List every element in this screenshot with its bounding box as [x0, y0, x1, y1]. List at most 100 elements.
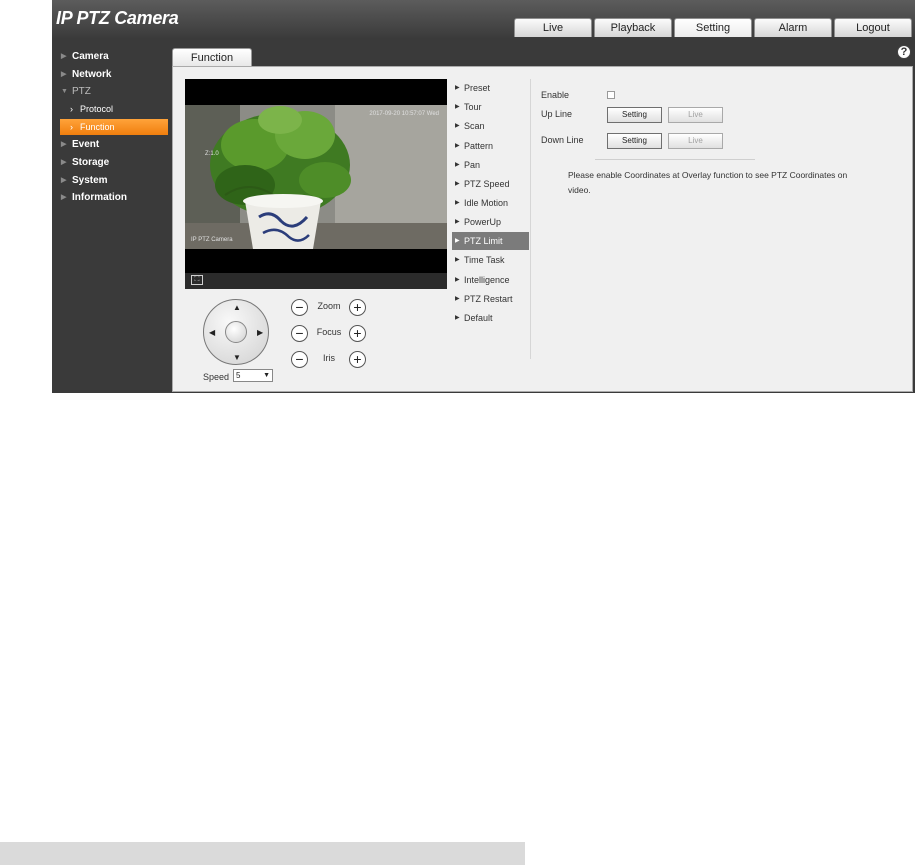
arrow-left-icon[interactable]: ◀ — [209, 328, 215, 337]
down-line-live-button[interactable]: Live — [668, 133, 723, 149]
sidebar-item-information[interactable]: ▶ Information — [52, 190, 170, 206]
chevron-right-icon: › — [70, 104, 73, 114]
up-line-setting-button[interactable]: Setting — [607, 107, 662, 123]
up-line-live-button[interactable]: Live — [668, 107, 723, 123]
focus-minus-button[interactable]: − — [291, 325, 308, 342]
triangle-down-icon: ▼ — [61, 88, 68, 95]
chevron-down-icon: ▼ — [263, 372, 270, 379]
iris-plus-button[interactable]: + — [349, 351, 366, 368]
zoom-label: Zoom — [317, 301, 341, 311]
menu-item-powerup[interactable]: ▶ PowerUp — [452, 213, 529, 231]
tab-live[interactable]: Live — [514, 18, 592, 37]
focus-plus-button[interactable]: + — [349, 325, 366, 342]
help-icon[interactable]: ? — [897, 45, 911, 59]
bottom-strip — [0, 842, 525, 865]
sidebar: ▶ Camera ▶ Network ▼ PTZ › Protocol › Functio… — [52, 38, 170, 393]
osd-camera-name: IP PTZ Camera — [191, 237, 233, 243]
menu-item-idle-motion[interactable]: ▶ Idle Motion — [452, 194, 529, 212]
iris-label: Iris — [323, 353, 335, 363]
ptz-direction-pad[interactable]: ▲ ▼ ◀ ▶ — [203, 299, 269, 365]
function-panel: 2017-09-20 10:57:07 Wed Z:1.0 IP PTZ Cam… — [172, 66, 913, 392]
menu-item-ptz-restart[interactable]: ▶ PTZ Restart — [452, 290, 529, 308]
coordinates-note: Please enable Coordinates at Overlay fun… — [568, 170, 848, 195]
iris-minus-button[interactable]: − — [291, 351, 308, 368]
video-frame: 2017-09-20 10:57:07 Wed Z:1.0 IP PTZ Cam… — [185, 105, 447, 249]
tab-setting[interactable]: Setting — [674, 18, 752, 37]
sidebar-item-camera[interactable]: ▶ Camera — [52, 49, 170, 65]
up-line-label: Up Line — [541, 109, 573, 119]
focus-control: − Focus + — [291, 325, 371, 343]
form-divider — [595, 159, 755, 160]
enable-label: Enable — [541, 90, 570, 100]
zoom-out-button[interactable]: − — [291, 299, 308, 316]
triangle-right-icon: ▶ — [61, 177, 67, 184]
brand-title: IP PTZ Camera — [56, 8, 179, 28]
content-area: Function ? 2017-09-20 10:57:07 Wed Z:1.0… — [170, 38, 915, 393]
ptz-center-button[interactable] — [225, 321, 247, 343]
tab-logout[interactable]: Logout — [834, 18, 912, 37]
sidebar-item-function[interactable]: › Function — [60, 119, 168, 135]
zoom-control: − Zoom + — [291, 299, 371, 317]
arrow-right-icon[interactable]: ▶ — [257, 328, 263, 337]
top-tabs: Live Playback Setting Alarm Logout — [514, 18, 914, 38]
speed-select[interactable]: 5 ▼ — [233, 369, 273, 382]
video-toolbar: ⛶ — [185, 273, 447, 289]
sidebar-item-storage[interactable]: ▶ Storage — [52, 155, 170, 171]
menu-item-intelligence[interactable]: ▶ Intelligence — [452, 271, 529, 289]
tab-playback[interactable]: Playback — [594, 18, 672, 37]
menu-item-pan[interactable]: ▶ Pan — [452, 156, 529, 174]
triangle-right-icon: ▶ — [455, 257, 460, 263]
down-line-label: Down Line — [541, 135, 584, 145]
sidebar-item-protocol[interactable]: › Protocol — [52, 101, 170, 117]
menu-item-ptz-limit[interactable]: ▶ PTZ Limit — [452, 232, 529, 250]
tab-function[interactable]: Function — [172, 48, 252, 66]
triangle-right-icon: ▶ — [61, 71, 67, 78]
triangle-right-icon: ▶ — [455, 85, 460, 91]
chevron-right-icon: › — [70, 122, 73, 132]
triangle-right-icon: ▶ — [455, 143, 460, 149]
sidebar-item-ptz[interactable]: ▼ PTZ — [52, 84, 170, 100]
speed-label: Speed — [203, 372, 230, 382]
triangle-right-icon: ▶ — [455, 219, 460, 225]
triangle-right-icon: ▶ — [61, 53, 67, 60]
down-line-setting-button[interactable]: Setting — [607, 133, 662, 149]
speed-value: 5 — [236, 371, 241, 380]
menu-item-pattern[interactable]: ▶ Pattern — [452, 137, 529, 155]
zoom-in-button[interactable]: + — [349, 299, 366, 316]
menu-item-time-task[interactable]: ▶ Time Task — [452, 251, 529, 269]
triangle-right-icon: ▶ — [455, 200, 460, 206]
ptz-limit-form: Enable Up Line Setting Live Down Line Se… — [541, 79, 901, 279]
plant-scene-image — [185, 105, 447, 249]
triangle-right-icon: ▶ — [455, 296, 460, 302]
arrow-up-icon[interactable]: ▲ — [233, 303, 241, 312]
sidebar-item-event[interactable]: ▶ Event — [52, 137, 170, 153]
triangle-right-icon: ▶ — [61, 141, 67, 148]
tab-alarm[interactable]: Alarm — [754, 18, 832, 37]
app-window: IP PTZ Camera Live Playback Setting Alar… — [52, 0, 915, 393]
iris-control: − Iris + — [291, 351, 371, 369]
triangle-right-icon: ▶ — [455, 277, 460, 283]
menu-item-ptz-speed[interactable]: ▶ PTZ Speed — [452, 175, 529, 193]
menu-item-preset[interactable]: ▶ Preset — [452, 79, 529, 97]
triangle-right-icon: ▶ — [455, 181, 460, 187]
osd-zoom: Z:1.0 — [205, 151, 219, 157]
menu-item-tour[interactable]: ▶ Tour — [452, 98, 529, 116]
sidebar-item-network[interactable]: ▶ Network — [52, 67, 170, 83]
triangle-right-icon: ▶ — [455, 104, 460, 110]
triangle-right-icon: ▶ — [455, 315, 460, 321]
arrow-down-icon[interactable]: ▼ — [233, 353, 241, 362]
video-preview: 2017-09-20 10:57:07 Wed Z:1.0 IP PTZ Cam… — [185, 79, 447, 289]
sidebar-item-system[interactable]: ▶ System — [52, 173, 170, 189]
menu-divider — [530, 79, 531, 359]
osd-timestamp: 2017-09-20 10:57:07 Wed — [369, 111, 439, 117]
menu-item-scan[interactable]: ▶ Scan — [452, 117, 529, 135]
triangle-right-icon: ▶ — [61, 194, 67, 201]
fullscreen-icon[interactable]: ⛶ — [191, 275, 203, 285]
triangle-right-icon: ▶ — [455, 162, 460, 168]
triangle-right-icon: ▶ — [455, 238, 460, 244]
focus-label: Focus — [316, 327, 342, 337]
enable-checkbox[interactable] — [607, 91, 615, 99]
menu-item-default[interactable]: ▶ Default — [452, 309, 529, 327]
triangle-right-icon: ▶ — [455, 123, 460, 129]
triangle-right-icon: ▶ — [61, 159, 67, 166]
